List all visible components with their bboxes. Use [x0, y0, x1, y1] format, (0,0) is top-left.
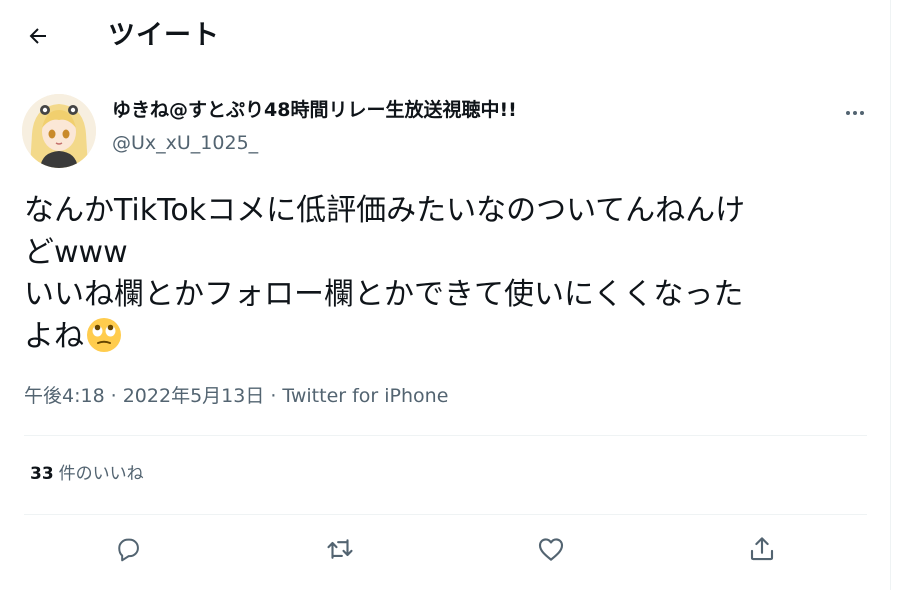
likes-stat[interactable]: 33 件のいいね [30, 462, 144, 486]
more-icon [846, 111, 864, 115]
like-icon [538, 538, 564, 561]
user-handle[interactable]: @Ux_xU_1025_ [112, 130, 258, 156]
meta-separator: · [110, 385, 117, 407]
tweet-line: いいね欄とかフォロー欄とかできて使いにくくなった [24, 277, 744, 312]
tweet-line: なんかTikTokコメに低評価みたいなのついてんねんけ [24, 193, 746, 228]
tweet-line: よね [24, 319, 84, 354]
display-name[interactable]: ゆきね@すとぷり48時間リレー生放送視聴中!! [112, 97, 517, 123]
tweet-time[interactable]: 午後4:18 [24, 385, 105, 407]
header: ツイート [0, 0, 890, 70]
share-button[interactable] [745, 532, 779, 566]
tweet-date[interactable]: 2022年5月13日 [123, 385, 265, 407]
back-button[interactable] [24, 22, 52, 50]
more-button[interactable] [840, 98, 870, 128]
reply-icon [118, 538, 139, 562]
meta-separator: · [270, 385, 277, 407]
like-button[interactable] [534, 532, 568, 566]
tweet-meta: 午後4:18 · 2022年5月13日 · Twitter for iPhone [24, 382, 448, 410]
reply-button[interactable] [111, 532, 145, 566]
tweet-line-last: よね [24, 316, 864, 365]
tweet-text: なんかTikTokコメに低評価みたいなのついてんねんけ どwww いいね欄とかフ… [24, 190, 864, 365]
avatar-illustration [22, 94, 96, 168]
back-arrow-icon [29, 28, 46, 44]
face-with-rolling-eyes-icon [86, 317, 122, 365]
divider [24, 514, 867, 515]
retweet-icon [327, 539, 353, 559]
divider [24, 435, 867, 436]
avatar[interactable] [22, 94, 96, 168]
page-title: ツイート [108, 20, 220, 51]
likes-label: 件のいいね [58, 464, 144, 484]
tweet-source[interactable]: Twitter for iPhone [282, 385, 448, 407]
column-border [890, 0, 891, 590]
likes-count: 33 [30, 464, 54, 484]
retweet-button[interactable] [323, 532, 357, 566]
share-icon [750, 537, 774, 561]
tweet-line: どwww [24, 235, 128, 270]
